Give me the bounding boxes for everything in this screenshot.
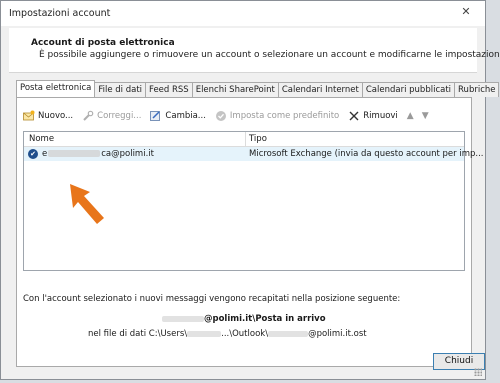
list-header: Nome Tipo [24, 132, 464, 147]
change-button[interactable]: Cambia... [150, 110, 206, 122]
remove-x-icon [349, 111, 359, 121]
account-name-suffix: ca@polimi.it [101, 149, 154, 159]
email-tab-panel: Nuovo... Correggi... Cambia... Imposta c… [16, 97, 484, 367]
data-file-prefix: nel file di dati C:\Users\ [88, 329, 188, 339]
dialog-body: Account di posta elettronica È possibile… [1, 26, 500, 379]
new-mail-icon [23, 110, 35, 121]
new-account-button[interactable]: Nuovo... [23, 110, 73, 122]
repair-label: Correggi... [97, 111, 142, 121]
delivery-folder-path: @polimi.it\Posta in arrivo [162, 314, 326, 324]
header-panel: Account di posta elettronica È possibile… [9, 28, 500, 73]
account-row[interactable]: ✔ e ca@polimi.it Microsoft Exchange (invi… [24, 147, 484, 161]
tab-strip: Posta elettronica File di dati Feed RSS … [16, 80, 500, 97]
data-file-suffix: @polimi.it.ost [308, 329, 367, 339]
account-name-prefix: e [42, 149, 48, 159]
account-settings-dialog: Impostazioni account ✕ Account di posta … [0, 0, 500, 380]
section-heading: Account di posta elettronica [31, 38, 175, 48]
change-settings-icon [150, 111, 161, 121]
tab-calendari-internet[interactable]: Calendari Internet [277, 82, 363, 97]
delivery-folder-text: @polimi.it\Posta in arrivo [204, 314, 326, 324]
account-name: e ca@polimi.it [42, 149, 154, 159]
column-header-name[interactable]: Nome [29, 134, 54, 144]
section-description: È possibile aggiungere o rimuovere un ac… [39, 50, 500, 60]
data-file-path: nel file di dati C:\Users\ ...\Outlook\ @p… [88, 329, 367, 339]
redacted-text [162, 315, 204, 322]
wrench-icon [83, 110, 94, 121]
move-down-icon[interactable]: ▼ [422, 111, 429, 121]
remove-button[interactable]: Rimuovi [348, 110, 398, 122]
delivery-location-text: Con l'account selezionato i nuovi messag… [23, 294, 401, 304]
move-up-icon[interactable]: ▲ [407, 111, 414, 121]
set-default-button[interactable]: Imposta come predefinito [215, 110, 339, 122]
callout-arrow-icon [70, 184, 104, 224]
window-close-button[interactable]: ✕ [455, 4, 477, 20]
default-account-check-icon: ✔ [28, 149, 38, 159]
remove-label: Rimuovi [363, 111, 398, 121]
tab-file-di-dati[interactable]: File di dati [94, 82, 147, 97]
tab-feed-rss[interactable]: Feed RSS [145, 82, 193, 97]
account-toolbar: Nuovo... Correggi... Cambia... Imposta c… [23, 108, 437, 124]
tab-posta-elettronica[interactable]: Posta elettronica [16, 80, 96, 97]
tab-calendari-pubblicati[interactable]: Calendari pubblicati [361, 82, 456, 97]
default-check-icon [215, 111, 226, 121]
column-header-type[interactable]: Tipo [249, 134, 267, 144]
window-title: Impostazioni account [9, 8, 111, 19]
data-file-middle: ...\Outlook\ [221, 329, 269, 339]
new-account-label: Nuovo... [38, 111, 74, 121]
redacted-text [268, 330, 309, 337]
tab-elenchi-sharepoint[interactable]: Elenchi SharePoint [191, 82, 279, 97]
account-type: Microsoft Exchange (invia da questo acco… [249, 149, 484, 159]
change-label: Cambia... [165, 111, 206, 121]
repair-button[interactable]: Correggi... [82, 110, 141, 122]
resize-grip[interactable] [474, 368, 482, 376]
redacted-text [187, 330, 222, 337]
redacted-text [48, 150, 101, 157]
set-default-label: Imposta come predefinito [229, 111, 340, 121]
tab-rubriche[interactable]: Rubriche [454, 82, 500, 97]
title-bar: Impostazioni account ✕ [1, 1, 485, 27]
column-divider[interactable] [245, 132, 246, 146]
